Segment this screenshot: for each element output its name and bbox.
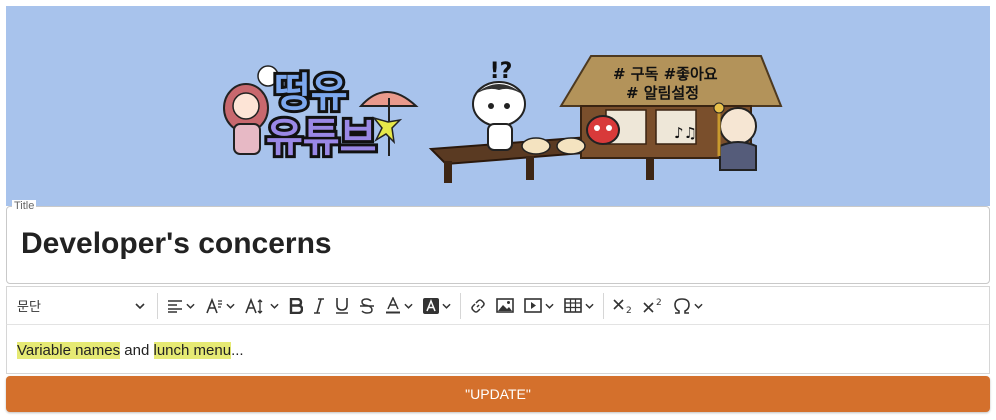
banner-illustration: 떵유 유튜브 # 구독 #좋아요 # 알림설정 !? ♪♫	[223, 55, 783, 183]
youtube-banner: 떵유 유튜브 # 구독 #좋아요 # 알림설정 !? ♪♫	[6, 6, 990, 206]
boy-character-icon	[472, 81, 526, 151]
subscript-icon: 2	[613, 299, 632, 314]
strikethrough-icon	[360, 297, 374, 314]
svg-text:2: 2	[626, 306, 632, 314]
svg-text:2: 2	[656, 298, 662, 308]
title-label: Title	[12, 200, 37, 212]
link-icon	[471, 298, 485, 313]
chevron-down-icon	[545, 303, 554, 309]
superscript-button[interactable]: 2	[638, 291, 668, 321]
paragraph-format-dropdown[interactable]: 문단	[7, 287, 153, 324]
align-left-icon	[168, 299, 182, 313]
omega-icon	[674, 297, 690, 314]
logo-line1: 떵유	[274, 70, 348, 116]
sign-line1: # 구독 #좋아요	[613, 65, 718, 83]
bold-button[interactable]	[284, 291, 308, 321]
bold-icon	[289, 297, 303, 314]
chevron-down-icon	[585, 303, 594, 309]
highlighted-text: Variable names	[17, 342, 121, 359]
highlighted-text: lunch menu	[153, 342, 232, 359]
title-field[interactable]: Developer's concerns	[6, 206, 990, 284]
table-button[interactable]	[559, 291, 599, 321]
media-icon	[524, 298, 542, 313]
superscript-icon: 2	[643, 298, 662, 313]
red-creature-icon	[586, 115, 620, 145]
highlight-icon	[423, 297, 439, 314]
font-size-icon	[206, 297, 222, 313]
channel-logo: 떵유 유튜브	[263, 67, 379, 164]
chevron-down-icon	[270, 303, 279, 309]
paragraph-format-label: 문단	[17, 299, 41, 314]
image-button[interactable]	[491, 291, 519, 321]
music-note-icon: ♪♫	[674, 124, 697, 142]
underline-button[interactable]	[330, 291, 354, 321]
update-button[interactable]: "UPDATE"	[6, 376, 990, 412]
svg-text:♪♫: ♪♫	[674, 124, 697, 142]
highlight-color-button[interactable]	[418, 291, 456, 321]
toolbar-divider	[460, 292, 461, 319]
chevron-down-icon	[694, 303, 703, 309]
media-button[interactable]	[519, 291, 559, 321]
chevron-down-icon	[226, 303, 235, 309]
table-icon	[564, 298, 582, 313]
italic-icon	[314, 297, 324, 314]
editor-text: ...	[231, 342, 244, 359]
line-height-icon	[245, 297, 263, 314]
align-button[interactable]	[162, 291, 200, 321]
chevron-down-icon	[442, 303, 451, 309]
image-icon	[496, 298, 514, 313]
title-input-value[interactable]: Developer's concerns	[21, 227, 332, 261]
italic-button[interactable]	[308, 291, 330, 321]
special-character-button[interactable]	[668, 291, 708, 321]
sign-line2: # 알림설정	[626, 84, 699, 102]
font-color-icon	[386, 297, 400, 314]
toolbar-divider	[157, 292, 158, 319]
chevron-down-icon	[135, 302, 145, 309]
underline-icon	[336, 298, 348, 314]
chevron-down-icon	[186, 303, 195, 309]
star-creature-icon	[371, 116, 403, 145]
logo-line2: 유튜브	[266, 115, 376, 161]
toolbar-divider	[603, 292, 604, 319]
font-size-button[interactable]	[200, 291, 240, 321]
line-height-button[interactable]	[240, 291, 284, 321]
editor-text: and	[120, 342, 154, 359]
strikethrough-button[interactable]	[354, 291, 380, 321]
monk-character-icon	[713, 102, 757, 171]
font-color-button[interactable]	[380, 291, 418, 321]
editor-content-area[interactable]: Variable names and lunch menu...	[6, 325, 990, 374]
subscript-button[interactable]: 2	[608, 291, 638, 321]
link-button[interactable]	[465, 291, 491, 321]
chevron-down-icon	[404, 303, 413, 309]
exclaim-mark: !?	[490, 59, 513, 84]
editor-toolbar: 문단 2 2	[6, 286, 990, 325]
